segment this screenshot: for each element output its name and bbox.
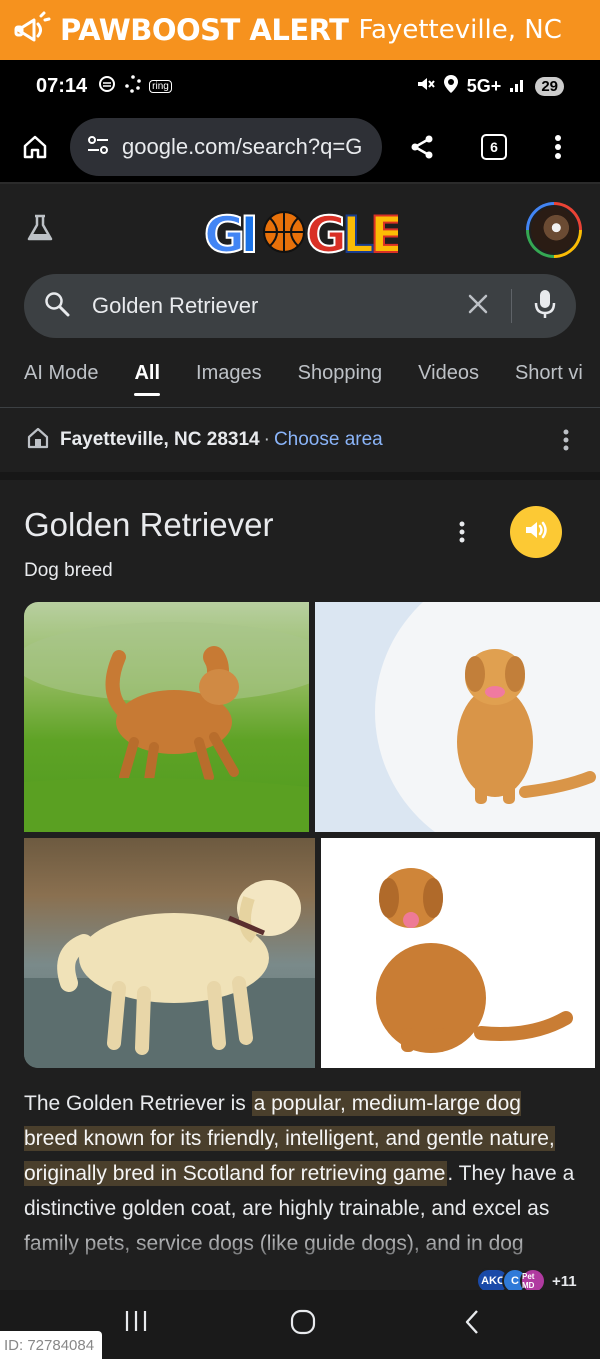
megaphone-icon (10, 8, 54, 52)
kp-subtitle: Dog breed (24, 560, 113, 581)
svg-text:E: E (370, 206, 398, 262)
tab-short-videos[interactable]: Short vi (515, 350, 583, 406)
dog-image-4[interactable] (321, 838, 595, 1068)
banner-location: Fayetteville, NC (358, 15, 562, 45)
kp-title[interactable]: Golden Retriever (24, 506, 273, 544)
more-sources-count[interactable]: +11 (552, 1273, 577, 1290)
tab-videos[interactable]: Videos (418, 350, 479, 406)
google-doodle[interactable]: G I G L E (202, 202, 398, 262)
speaker-icon (522, 516, 550, 549)
banner-brand: PAWBOOST ALERT (60, 13, 349, 47)
labs-flask-icon[interactable] (24, 212, 56, 249)
location-menu-icon[interactable] (562, 428, 570, 457)
location-pin-icon (443, 74, 459, 99)
site-settings-icon[interactable] (86, 133, 110, 162)
share-icon[interactable] (382, 133, 462, 161)
home-button-icon[interactable] (289, 1308, 317, 1341)
notification-icon (97, 74, 117, 99)
status-bar: 07:14 ring 5G+ 29 (0, 60, 600, 112)
kp-menu-icon[interactable] (458, 520, 466, 549)
home-location-icon (26, 426, 50, 455)
pawboost-banner: PAWBOOST ALERT Fayetteville, NC (0, 0, 600, 60)
search-tabs: AI Mode All Images Shopping Videos Short… (0, 350, 600, 406)
tab-ai-mode[interactable]: AI Mode (24, 350, 98, 406)
back-icon[interactable] (462, 1308, 482, 1341)
location-text: Fayetteville, NC 28314 (60, 429, 260, 450)
microphone-icon[interactable] (534, 289, 556, 324)
dog-image-2[interactable] (315, 602, 600, 832)
search-box[interactable]: Golden Retriever (24, 274, 576, 338)
recents-icon[interactable] (124, 1308, 148, 1339)
dog-image-1[interactable] (24, 602, 309, 832)
search-input[interactable]: Golden Retriever (92, 293, 467, 319)
svg-text:G: G (306, 206, 347, 262)
id-label: ID: 72784084 (0, 1331, 103, 1359)
browser-toolbar: google.com/search?q=G 6 (0, 112, 600, 182)
svg-text:I: I (240, 206, 259, 262)
choose-area-link[interactable]: Choose area (274, 429, 383, 451)
dog-image-3[interactable] (24, 838, 315, 1068)
tab-all[interactable]: All (134, 350, 160, 406)
status-time: 07:14 (36, 74, 88, 97)
url-text[interactable]: google.com/search?q=G (122, 134, 362, 160)
account-avatar[interactable] (526, 202, 582, 258)
mute-icon (415, 74, 435, 99)
speaker-button[interactable] (510, 506, 562, 558)
battery-badge: 29 (535, 76, 564, 96)
svg-text:G: G (204, 206, 245, 262)
ring-icon: ring (149, 79, 172, 93)
loading-icon (123, 74, 143, 99)
home-icon[interactable] (0, 133, 70, 161)
tab-switcher-button[interactable]: 6 (481, 134, 507, 160)
address-bar[interactable]: google.com/search?q=G (70, 118, 382, 176)
clear-icon[interactable] (467, 293, 489, 320)
signal-icon (509, 75, 527, 98)
location-row: Fayetteville, NC 28314 · Choose area (0, 408, 600, 472)
network-label: 5G+ (466, 75, 502, 96)
knowledge-panel: Golden Retriever Dog breed The Golden Re… (0, 480, 600, 1294)
tab-shopping[interactable]: Shopping (298, 350, 383, 406)
tab-images[interactable]: Images (196, 350, 262, 406)
google-header: G I G L E (0, 182, 600, 272)
search-icon (44, 291, 70, 322)
browser-menu-icon[interactable] (526, 133, 590, 161)
